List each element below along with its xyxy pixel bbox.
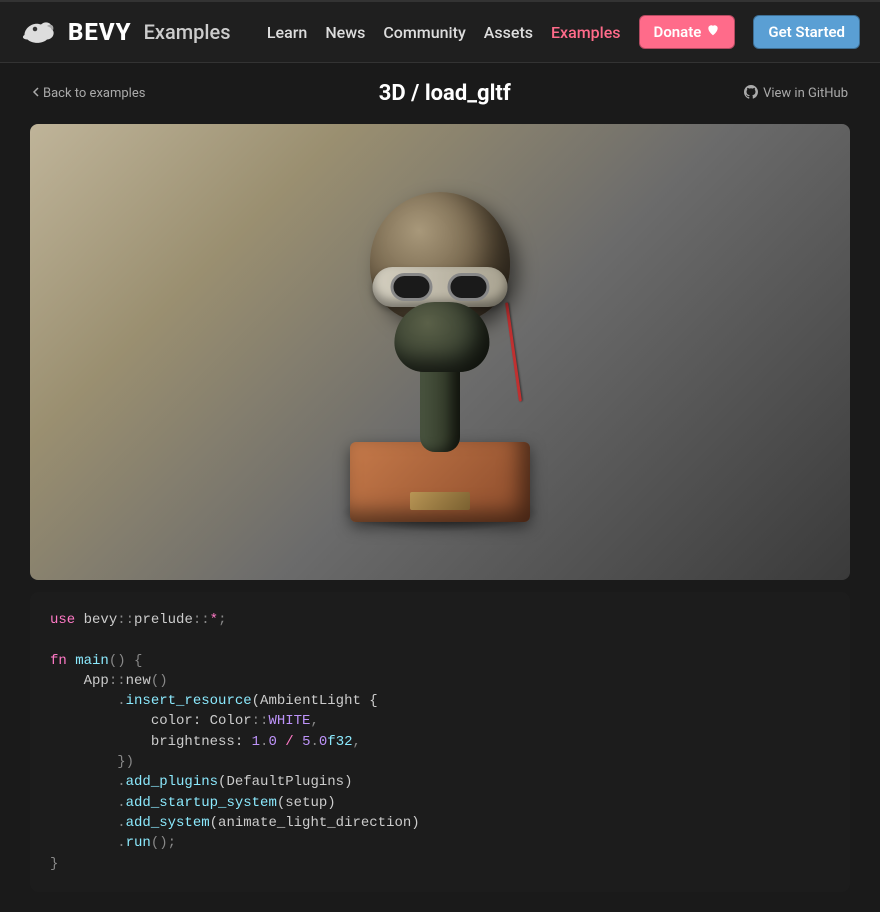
code-line: brightness: 1.0 / 5.0f32, <box>50 732 830 752</box>
nav-community[interactable]: Community <box>383 23 465 42</box>
donate-button[interactable]: Donate <box>639 15 736 49</box>
section-name: Examples <box>144 20 231 44</box>
3d-preview-canvas[interactable] <box>30 124 850 580</box>
nav-learn[interactable]: Learn <box>267 23 307 42</box>
code-line: .run(); <box>50 833 830 853</box>
code-line: use bevy::prelude::*; <box>50 610 830 630</box>
code-line: .add_plugins(DefaultPlugins) <box>50 772 830 792</box>
back-to-examples-link[interactable]: Back to examples <box>32 86 145 101</box>
heart-icon <box>706 23 720 41</box>
code-line: .insert_resource(AmbientLight { <box>50 691 830 711</box>
view-in-github-link[interactable]: View in GitHub <box>744 85 848 103</box>
code-line <box>50 630 830 650</box>
code-line: }) <box>50 752 830 772</box>
primary-nav: Learn News Community Assets Examples Don… <box>267 15 860 49</box>
code-line: color: Color::WHITE, <box>50 711 830 731</box>
donate-label: Donate <box>654 23 702 41</box>
code-line: fn main() { <box>50 651 830 671</box>
github-icon <box>744 85 758 103</box>
code-line: .add_system(animate_light_direction) <box>50 813 830 833</box>
code-line: } <box>50 854 830 874</box>
flight-helmet-model <box>330 162 550 542</box>
code-line: App::new() <box>50 671 830 691</box>
rendered-scene <box>30 124 850 580</box>
brand-name[interactable]: BEVY <box>68 18 132 46</box>
code-line: .add_startup_system(setup) <box>50 793 830 813</box>
page-title: 3D / load_gltf <box>145 81 744 106</box>
source-code-block: use bevy::prelude::*; fn main() { App::n… <box>30 592 850 892</box>
nav-examples[interactable]: Examples <box>551 23 621 42</box>
back-label: Back to examples <box>43 86 145 101</box>
sub-header: Back to examples 3D / load_gltf View in … <box>0 63 880 116</box>
nav-news[interactable]: News <box>325 23 365 42</box>
nav-assets[interactable]: Assets <box>484 23 533 42</box>
get-started-button[interactable]: Get Started <box>753 15 860 49</box>
main-header: BEVY Examples Learn News Community Asset… <box>0 2 880 63</box>
chevron-left-icon <box>32 86 40 101</box>
github-label: View in GitHub <box>763 86 848 101</box>
bevy-logo-icon[interactable] <box>20 14 56 50</box>
